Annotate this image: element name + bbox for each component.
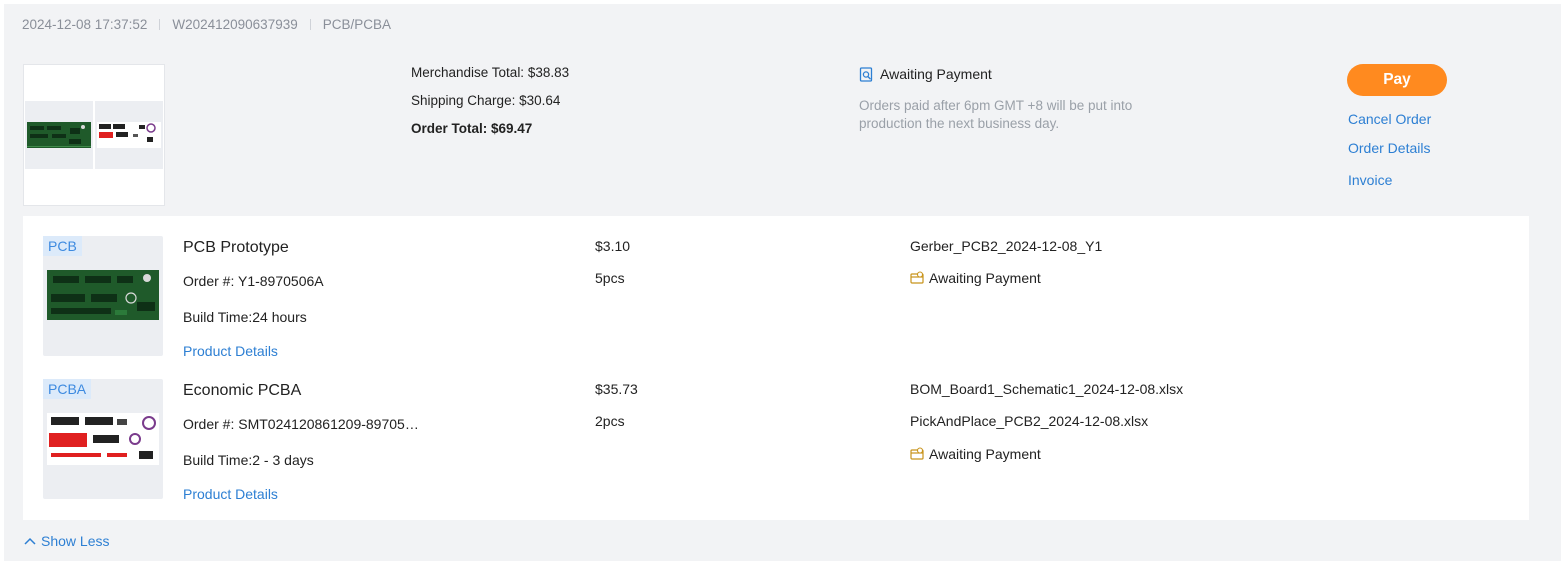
order-meta: 2024-12-08 17:37:52 W202412090637939 PCB… [22, 16, 391, 32]
order-total: Order Total: $69.47 [411, 121, 533, 136]
show-less-label: Show Less [41, 533, 110, 549]
product-tag: PCB [43, 236, 82, 256]
search-document-icon [859, 66, 873, 82]
order-datetime: 2024-12-08 17:37:52 [22, 16, 148, 32]
order-thumbnail [23, 64, 165, 206]
payment-pending-icon [910, 447, 924, 460]
list-item: PCBA Economic PCBA Order #: SMT024120861… [23, 371, 1529, 513]
order-details-link[interactable]: Order Details [1348, 140, 1430, 156]
file-name[interactable]: Gerber_PCB2_2024-12-08_Y1 [910, 238, 1102, 254]
order-card: 2024-12-08 17:37:52 W202412090637939 PCB… [4, 4, 1561, 561]
item-status-label: Awaiting Payment [929, 270, 1041, 286]
merchandise-total: Merchandise Total: $38.83 [411, 65, 570, 80]
item-order-number: Order #: SMT024120861209-8970506A [183, 416, 423, 432]
status-note: Orders paid after 6pm GMT +8 will be put… [859, 98, 1133, 131]
order-totals: Merchandise Total: $38.83 Shipping Charg… [411, 64, 569, 148]
order-category: PCB/PCBA [322, 16, 392, 32]
product-tag: PCBA [43, 379, 92, 399]
pcb-board-image [25, 101, 93, 169]
shipping-charge: Shipping Charge: $30.64 [411, 93, 561, 108]
order-number: W202412090637939 [172, 16, 298, 32]
file-name[interactable]: BOM_Board1_Schematic1_2024-12-08.xlsx [910, 381, 1183, 397]
meta-divider [159, 18, 161, 30]
list-item: PCB PCB Prototype Order #: Y1-8970506A B… [23, 228, 1529, 370]
item-status: Awaiting Payment [910, 446, 1041, 462]
item-quantity: 2pcs [595, 413, 625, 429]
show-less-toggle[interactable]: Show Less [24, 533, 109, 549]
order-items-list: PCB PCB Prototype Order #: Y1-8970506A B… [23, 216, 1529, 520]
pcba-board-image [95, 101, 163, 169]
item-quantity: 5pcs [595, 270, 625, 286]
chevron-up-icon [24, 537, 36, 545]
build-time: Build Time:2 - 3 days [183, 452, 314, 468]
cancel-order-link[interactable]: Cancel Order [1348, 111, 1431, 127]
product-title: Economic PCBA [183, 382, 302, 399]
file-name[interactable]: PickAndPlace_PCB2_2024-12-08.xlsx [910, 413, 1148, 429]
item-status-label: Awaiting Payment [929, 446, 1041, 462]
order-status: Awaiting Payment Orders paid after 6pm G… [859, 65, 1139, 133]
build-time: Build Time:24 hours [183, 309, 307, 325]
item-status: Awaiting Payment [910, 270, 1041, 286]
item-price: $35.73 [595, 381, 638, 397]
meta-divider [309, 18, 311, 30]
product-details-link[interactable]: Product Details [183, 343, 278, 359]
pay-button[interactable]: Pay [1347, 64, 1447, 96]
payment-pending-icon [910, 271, 924, 284]
product-title: PCB Prototype [183, 239, 289, 256]
product-details-link[interactable]: Product Details [183, 486, 278, 502]
item-order-number: Order #: Y1-8970506A [183, 273, 324, 289]
status-label: Awaiting Payment [880, 66, 992, 82]
invoice-link[interactable]: Invoice [1348, 172, 1392, 188]
item-price: $3.10 [595, 238, 631, 254]
